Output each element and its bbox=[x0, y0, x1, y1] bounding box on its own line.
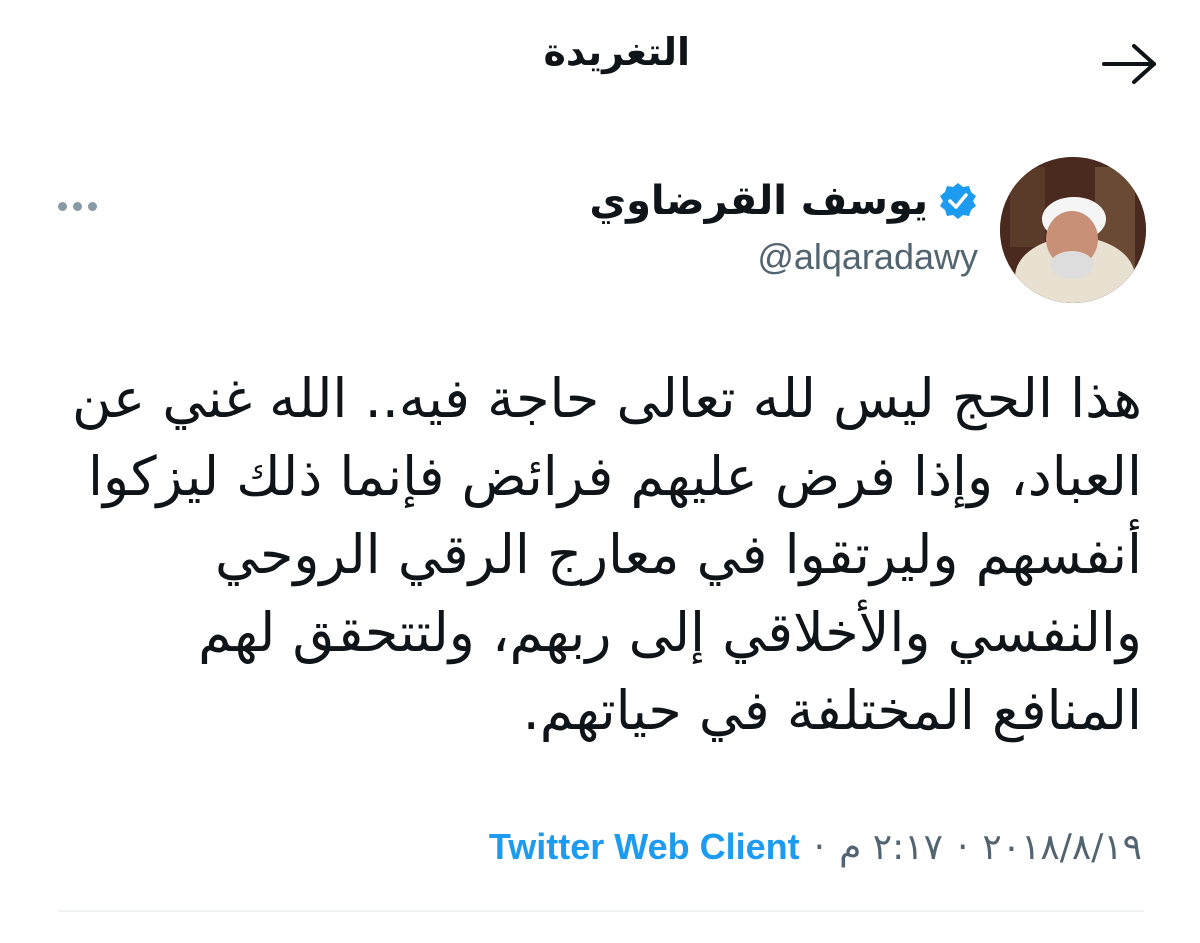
tweet-date[interactable]: ٢٠١٨/٨/١٩ bbox=[982, 827, 1142, 868]
meta-separator-2: · bbox=[813, 826, 826, 868]
author-handle[interactable]: @alqaradawy bbox=[757, 236, 978, 278]
verified-badge-icon bbox=[940, 183, 976, 219]
tweet-text: هذا الحج ليس لله تعالى حاجة فيه.. الله غ… bbox=[71, 367, 1142, 742]
meta-separator: · bbox=[956, 826, 969, 868]
more-dots-icon[interactable] bbox=[58, 196, 106, 216]
avatar[interactable] bbox=[1000, 157, 1146, 303]
tweet-time[interactable]: ٢:١٧ م bbox=[839, 827, 943, 868]
author-name-text: يوسف القرضاوي bbox=[589, 178, 928, 224]
divider bbox=[58, 910, 1144, 912]
tweet-source-link[interactable]: Twitter Web Client bbox=[489, 826, 800, 868]
tweet-meta: ٢٠١٨/٨/١٩ · ٢:١٧ م · Twitter Web Client bbox=[489, 826, 1142, 868]
author-display-name[interactable]: يوسف القرضاوي bbox=[589, 178, 978, 224]
arrow-right-icon[interactable] bbox=[1098, 38, 1162, 90]
page-title: التغريدة bbox=[543, 30, 690, 74]
top-bar: التغريدة bbox=[0, 0, 1200, 130]
